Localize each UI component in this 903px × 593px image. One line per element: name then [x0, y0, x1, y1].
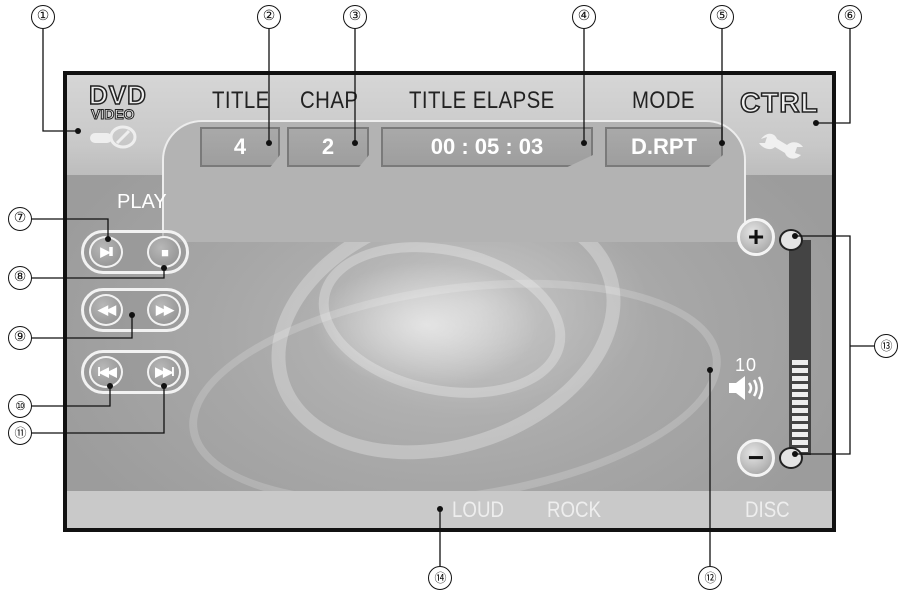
callout-7: ⑦: [8, 207, 32, 231]
mode-header: MODE: [632, 87, 695, 114]
volume-slider-bottom-knob[interactable]: [779, 447, 803, 469]
callout-1: ①: [31, 5, 55, 29]
volume-slider-top-knob[interactable]: [779, 229, 803, 251]
dvd-video-logo: DVD VIDEO: [88, 80, 159, 153]
callout-13: ⑬: [874, 334, 898, 358]
skip-button-group: I◀◀ ▶▶I: [81, 350, 189, 394]
title-number-field[interactable]: 4: [200, 127, 280, 167]
rewind-button[interactable]: ◀◀: [89, 294, 123, 326]
callout-6: ⑥: [838, 5, 862, 29]
volume-up-button[interactable]: +: [737, 218, 775, 256]
play-stop-button-group: ▶II ■: [81, 230, 189, 274]
volume-level-bars: [792, 360, 808, 452]
chap-header: CHAP: [300, 87, 359, 114]
title-elapse-header: TITLE ELAPSE: [409, 87, 555, 114]
play-mode-field[interactable]: D.RPT: [605, 127, 723, 167]
loud-indicator: LOUD: [452, 497, 504, 522]
callout-9: ⑨: [8, 326, 32, 350]
play-status-label: PLAY: [117, 191, 167, 213]
callout-2: ②: [257, 5, 281, 29]
previous-chapter-button[interactable]: I◀◀: [89, 356, 123, 388]
play-pause-button[interactable]: ▶II: [89, 236, 123, 268]
next-chapter-button[interactable]: ▶▶I: [147, 356, 181, 388]
callout-8: ⑧: [8, 266, 32, 290]
speaker-icon: [729, 376, 764, 400]
callout-5: ⑤: [710, 5, 734, 29]
volume-down-button[interactable]: −: [737, 439, 775, 477]
ctrl-label[interactable]: CTRL: [739, 86, 819, 119]
disc-source-indicator: DISC: [745, 497, 790, 522]
wrench-icon[interactable]: [757, 127, 805, 161]
callout-10: ⑩: [8, 394, 32, 418]
callout-14: ⑭: [428, 566, 452, 590]
title-header: TITLE: [212, 87, 270, 114]
search-button-group: ◀◀ ▶▶: [81, 288, 189, 332]
bottom-status-bar: [67, 491, 832, 528]
rock-eq-indicator: ROCK: [547, 497, 602, 522]
fast-forward-button[interactable]: ▶▶: [147, 294, 181, 326]
dvd-control-screen: DVD VIDEO TITLE CHAP TITLE ELAPSE MODE 4…: [63, 71, 836, 532]
callout-12: ⑫: [698, 566, 722, 590]
elapsed-time-field[interactable]: 00 : 05 : 03: [381, 127, 593, 167]
callout-4: ④: [572, 5, 596, 29]
callout-3: ③: [343, 5, 367, 29]
chapter-number-field[interactable]: 2: [287, 127, 369, 167]
logo-video-text: VIDEO: [91, 106, 136, 122]
disc-icon: [90, 125, 137, 149]
logo-dvd-text: DVD: [88, 80, 147, 110]
rose-swirl-decoration: [174, 248, 736, 528]
stop-button[interactable]: ■: [147, 236, 181, 268]
callout-11: ⑪: [8, 421, 32, 445]
